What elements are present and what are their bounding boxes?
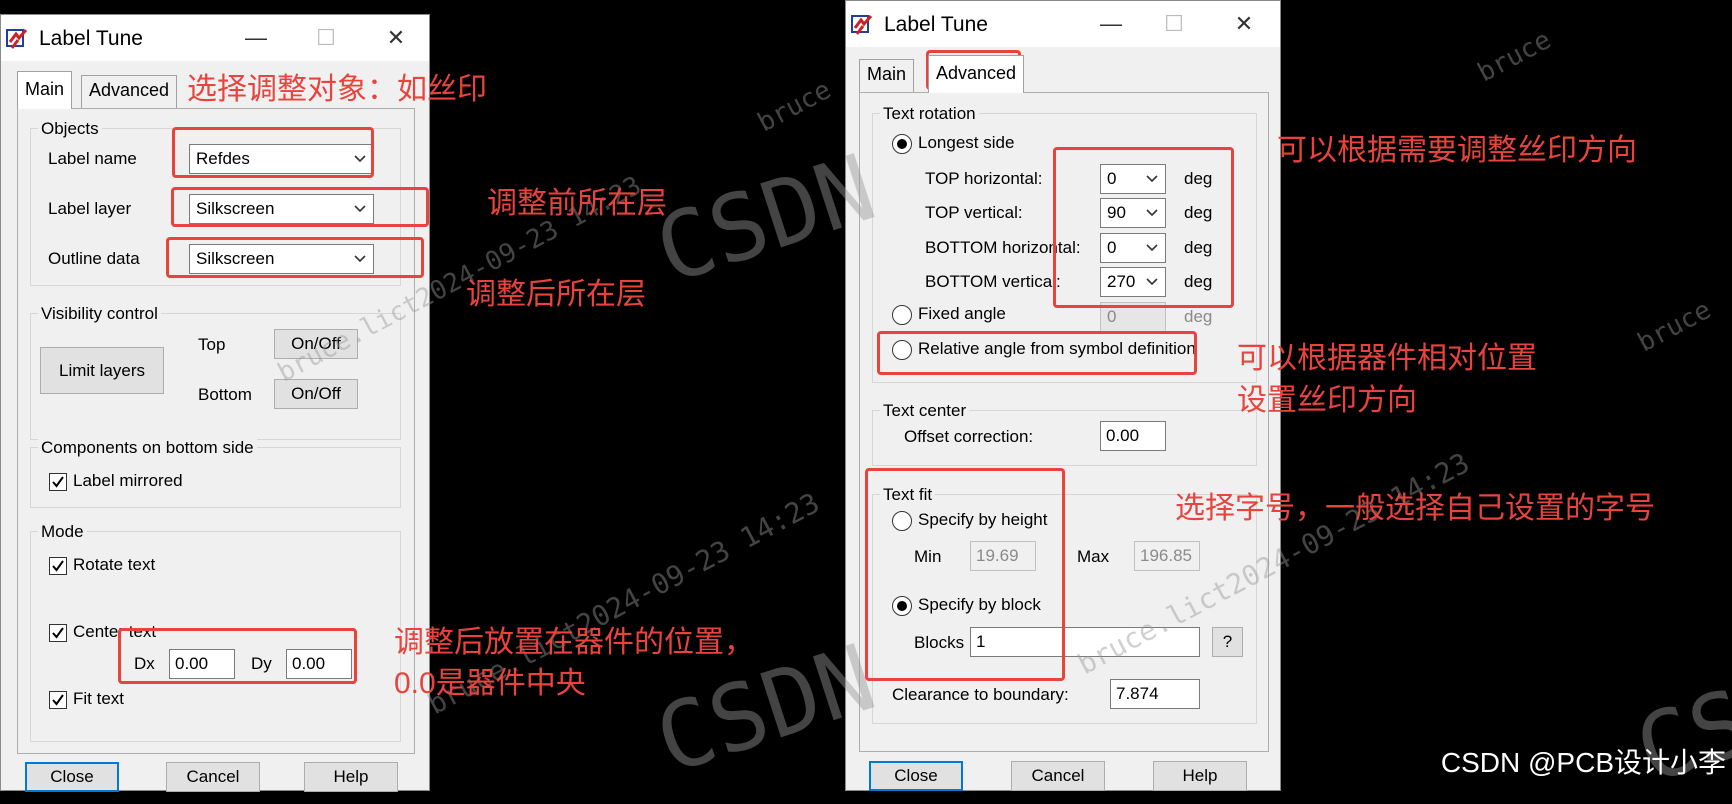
limit-layers-button[interactable]: Limit layers: [40, 347, 164, 394]
max-label: Max: [1077, 547, 1110, 566]
center-text-checkbox[interactable]: [49, 624, 67, 642]
mode-label: Mode: [38, 522, 87, 542]
annotation-relative-2: 设置丝印方向: [1237, 384, 1417, 417]
app-icon: [851, 15, 873, 35]
annotation-font-size: 选择字号，一般选择自己设置的字号: [1175, 492, 1655, 525]
bottom-vertical-label: BOTTOM vertical:: [925, 272, 1061, 291]
close-icon[interactable]: ✕: [376, 21, 416, 55]
highlight-rotation-values: [1053, 147, 1234, 308]
clearance-input[interactable]: 7.874: [1110, 679, 1200, 709]
help-button[interactable]: Help: [304, 762, 398, 792]
cancel-button[interactable]: Cancel: [166, 762, 260, 792]
rotate-text-checkbox[interactable]: [49, 557, 67, 575]
highlight-relative-angle: [877, 331, 1197, 375]
tab-advanced[interactable]: Advanced: [81, 75, 178, 109]
maximize-icon[interactable]: ☐: [306, 21, 346, 55]
watermark-bruce: bruce: [1632, 295, 1717, 359]
highlight-text-fit: [865, 468, 1065, 681]
cancel-button[interactable]: Cancel: [1011, 761, 1105, 791]
label-mirrored-label: Label mirrored: [73, 471, 183, 490]
annotation-layer-before: 调整前所在层: [487, 187, 667, 220]
visibility-label: Visibility control: [38, 304, 161, 324]
offset-correction-label: Offset correction:: [904, 427, 1034, 446]
top-horizontal-label: TOP horizontal:: [925, 169, 1043, 188]
text-center-label: Text center: [880, 401, 970, 421]
max-input[interactable]: 196.85: [1134, 541, 1200, 571]
fixed-angle-radio[interactable]: [892, 305, 912, 325]
app-icon: [6, 29, 28, 49]
label-layer-label: Label layer: [48, 199, 132, 218]
annotation-direction: 可以根据需要调整丝印方向: [1277, 134, 1637, 167]
fit-text-checkbox[interactable]: [49, 691, 67, 709]
label-mirrored-checkbox[interactable]: [49, 473, 67, 491]
watermark-bruce: bruce: [1472, 25, 1557, 89]
close-button[interactable]: Close: [25, 762, 119, 792]
longest-side-radio[interactable]: [892, 134, 912, 154]
outline-data-label: Outline data: [48, 249, 140, 268]
close-button[interactable]: Close: [869, 761, 963, 791]
blocks-help-button[interactable]: ?: [1212, 627, 1243, 657]
text-rotation-label: Text rotation: [880, 104, 979, 124]
fit-text-label: Fit text: [73, 689, 125, 708]
title-bar: Label Tune — ☐ ✕: [846, 1, 1280, 47]
clearance-label: Clearance to boundary:: [892, 685, 1069, 704]
author-signature: CSDN @PCB设计小李: [1440, 747, 1726, 778]
close-icon[interactable]: ✕: [1224, 7, 1264, 41]
help-button[interactable]: Help: [1153, 761, 1247, 791]
tab-main[interactable]: Main: [17, 71, 73, 109]
highlight-label-layer: [171, 187, 429, 227]
objects-label: Objects: [38, 119, 102, 139]
window-title: Label Tune: [884, 13, 988, 36]
fixed-angle-label: Fixed angle: [918, 304, 1006, 323]
watermark-bruce: bruce: [752, 75, 837, 139]
highlight-outline-data: [166, 237, 424, 278]
longest-side-label: Longest side: [918, 133, 1015, 152]
annotation-position-1: 调整后放置在器件的位置，: [394, 626, 754, 659]
highlight-dx-dy: [118, 628, 357, 684]
rotate-text-label: Rotate text: [73, 555, 156, 574]
annotation-choose-object: 选择调整对象：如丝印: [187, 73, 487, 106]
window-title: Label Tune: [39, 27, 143, 50]
maximize-icon[interactable]: ☐: [1154, 7, 1194, 41]
top-vertical-label: TOP vertical:: [925, 203, 1023, 222]
label-name-label: Label name: [48, 149, 137, 168]
annotation-layer-after: 调整后所在层: [466, 278, 646, 311]
minimize-icon[interactable]: —: [236, 21, 276, 55]
deg-unit: deg: [1184, 307, 1213, 326]
tab-advanced[interactable]: Advanced: [928, 55, 1025, 93]
tab-main[interactable]: Main: [859, 59, 915, 93]
annotation-relative-1: 可以根据器件相对位置: [1237, 342, 1537, 375]
minimize-icon[interactable]: —: [1091, 7, 1131, 41]
highlight-label-name: [172, 127, 374, 178]
top-label: Top: [198, 335, 226, 354]
components-bottom-label: Components on bottom side: [38, 438, 257, 458]
annotation-position-2: 0.0是器件中央: [394, 667, 586, 700]
title-bar: Label Tune — ☐ ✕: [1, 15, 429, 61]
bottom-label: Bottom: [198, 385, 252, 404]
offset-correction-input[interactable]: 0.00: [1100, 421, 1166, 451]
